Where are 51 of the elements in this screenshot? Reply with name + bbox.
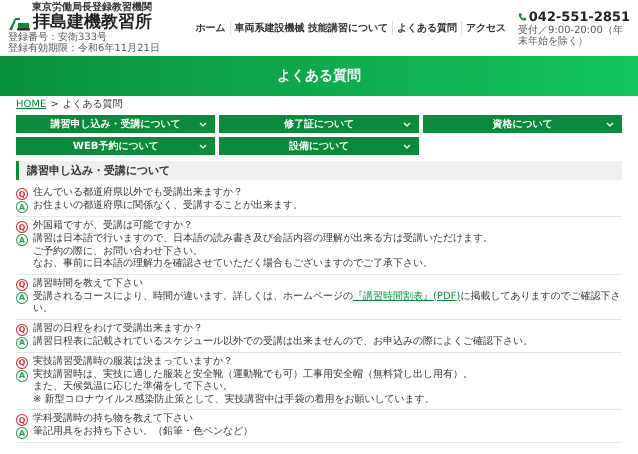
answer-text: 講習日程表に記載されているスケジュール以外での受講は出来ませんので、お申込みの際によくご確認下さい。 [33, 336, 533, 348]
chevron-down-icon [199, 144, 208, 148]
answer-text: 筆記用具をお持ち下さい。（鉛筆・色ペンなど） [33, 426, 253, 438]
category-button[interactable]: 講習申し込み・受講について [16, 115, 216, 133]
answer-text: 受講されるコースにより、時間が違います。詳しくは、ホームページの『講習時間割表』(PDF)に掲載してありますのでご確認下さい。 [33, 290, 622, 316]
question-mark: Q [16, 324, 28, 336]
question-mark: Q [16, 278, 28, 290]
category-button[interactable]: 資格について [422, 115, 622, 133]
question-mark: Q [16, 414, 28, 426]
nav-link[interactable]: 車両系建設機械 技能講習について [230, 21, 392, 35]
business-hours: 受付／9:00-20:00（年末年始を除く） [518, 24, 624, 46]
nav-link[interactable]: ホーム [192, 21, 230, 35]
nav-link[interactable]: よくある質問 [392, 21, 461, 35]
section-heading: 講習申し込み・受講について [16, 161, 622, 180]
answer-text: 実技講習時は、実技に適した服装と安全靴（運動靴でも可）工事用安全帽（無料貸し出し用有）。 また、天候気温に応じた準備をして下さい。 ※ 新型コロナウイルス感染防止策として、実技講習中は手袋の着用をお願いしています。 [33, 368, 473, 406]
phone-number[interactable]: 042-551-2851 [528, 10, 630, 24]
chevron-down-icon [402, 122, 411, 126]
chevron-down-icon [199, 122, 208, 126]
breadcrumb-current: よくある質問 [62, 99, 123, 111]
page-title: よくある質問 [277, 67, 361, 85]
question-text: 講習の日程をわけて受講出来ますか？ [33, 322, 203, 335]
question-text: 学科受講時の持ち物を教えて下さい [33, 413, 193, 426]
category-button[interactable]: WEB予約について [16, 137, 216, 155]
answer-text: 講習は日本語で行いますので、日本語の読み書き及び会話内容の理解が出来る方は受講いただけます。 ご予約の際に、お問い合わせ下さい。 なお、事前に日本語の理解力を確認させていただく場合もございますのでご了承下さい。 [33, 233, 493, 270]
question-text: 住んでいる都道府県以外でも受講出来ますか？ [33, 187, 243, 200]
phone-icon [518, 11, 527, 23]
question-mark: Q [16, 356, 28, 368]
question-mark: Q [16, 188, 28, 200]
question-text: 講習時間を教えて下さい [33, 278, 143, 290]
answer-mark: A [16, 370, 28, 382]
registration-info: 登録有効期限：令和6年11月21日 [8, 43, 160, 54]
organization-label: 東京労働局長登録教習機関 [31, 2, 153, 13]
registration-info: 登録番号：安衛333号 [8, 32, 108, 43]
chevron-down-icon [606, 122, 614, 126]
breadcrumb-separator: > [50, 99, 59, 111]
question-text: 外国籍ですが、受講は可能ですか？ [33, 220, 193, 232]
chevron-down-icon [402, 144, 411, 148]
answer-mark: A [16, 201, 28, 213]
answer-mark: A [16, 427, 28, 439]
nav-link[interactable]: アクセス [461, 21, 510, 35]
answer-mark: A [16, 234, 28, 246]
logo-text[interactable]: 拝島建機教習所 [33, 13, 152, 32]
pdf-link[interactable]: 『講習時間割表』(PDF) [353, 290, 460, 302]
category-button[interactable]: 修了証について [219, 115, 419, 133]
category-button[interactable]: 設備について [219, 137, 419, 155]
breadcrumb-link[interactable]: HOME [16, 99, 46, 111]
answer-mark: A [16, 292, 28, 304]
question-mark: Q [16, 221, 28, 233]
question-text: 実技講習受講時の服装は決まっていますか？ [33, 356, 233, 368]
answer-mark: A [16, 336, 28, 348]
answer-text: お住まいの都道府県に関係なく、受講することが出来ます。 [33, 200, 303, 212]
